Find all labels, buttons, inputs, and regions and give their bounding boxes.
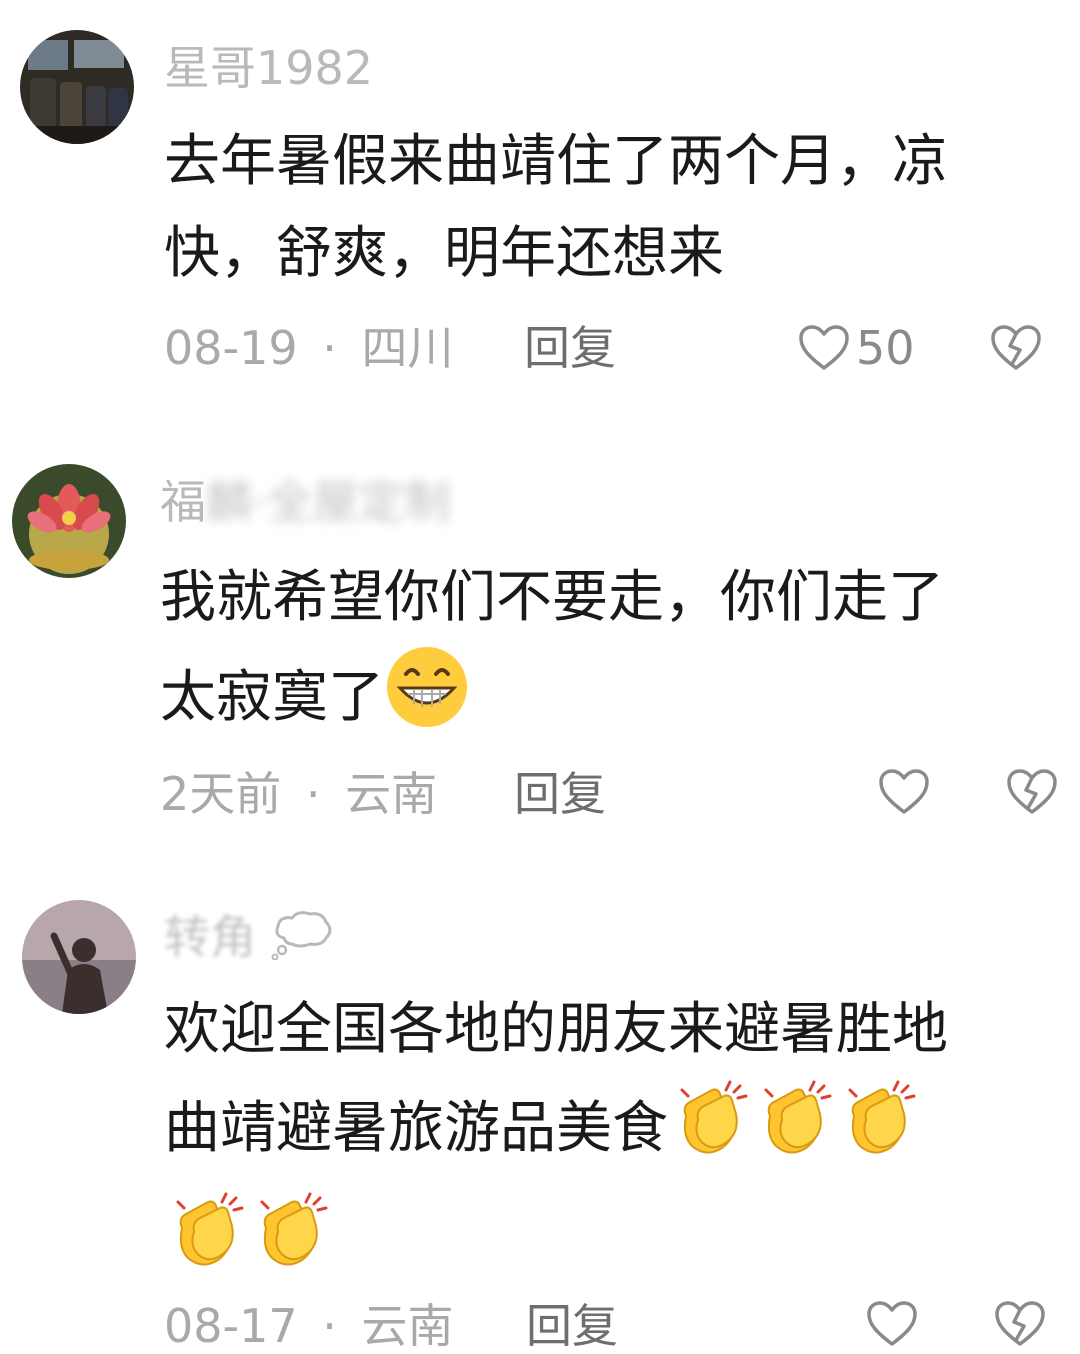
comment-item: 福麟·全屋定制 我就希望你们不要走，你们走了 太寂寞了 2天前 · 云南 回复 bbox=[0, 440, 1080, 860]
dislike-button[interactable] bbox=[994, 1300, 1046, 1352]
comment-item: 星哥1982 去年暑假来曲靖住了两个月，凉 快，舒爽，明年还想来 08-19 ·… bbox=[0, 0, 1080, 420]
comment-item: 转角 欢迎全国各地的朋友来避暑胜地 曲靖避暑旅游品美食 08-17 · 云南 回… bbox=[0, 880, 1080, 1353]
comment-meta: 08-19 · 四川 bbox=[164, 320, 454, 376]
reply-button[interactable]: 回复 bbox=[526, 1298, 618, 1354]
like-button[interactable] bbox=[866, 1300, 918, 1348]
heart-icon bbox=[867, 1301, 917, 1346]
comment-text: 去年暑假来曲靖住了两个月，凉 快，舒爽，明年还想来 bbox=[164, 116, 948, 300]
comment-line: 曲靖避暑旅游品美食 bbox=[164, 1076, 948, 1188]
heart-icon bbox=[799, 325, 849, 370]
comment-line-text: 曲靖避暑旅游品美食 bbox=[164, 1096, 668, 1162]
comment-line: 快，舒爽，明年还想来 bbox=[164, 221, 724, 286]
user-avatar[interactable] bbox=[20, 30, 134, 144]
reply-button[interactable]: 回复 bbox=[524, 320, 616, 376]
clapping-hands-emoji bbox=[164, 1188, 248, 1300]
user-avatar[interactable] bbox=[12, 464, 126, 578]
comment-line: 我就希望你们不要走，你们走了 bbox=[160, 565, 944, 630]
comment-location: 云南 bbox=[345, 767, 438, 821]
clapping-hands-emoji bbox=[248, 1188, 332, 1300]
dislike-button[interactable] bbox=[990, 324, 1042, 376]
username-blurred: 麟·全屋定制 bbox=[206, 475, 451, 529]
comment-line: 太寂寞了 bbox=[160, 644, 944, 758]
dislike-button[interactable] bbox=[1006, 768, 1058, 820]
like-button[interactable] bbox=[878, 768, 930, 816]
username[interactable]: 转角 bbox=[164, 908, 334, 972]
username[interactable]: 星哥1982 bbox=[164, 40, 373, 96]
heart-icon bbox=[879, 769, 929, 814]
broken-heart-icon bbox=[1007, 769, 1057, 814]
grinning-face-emoji bbox=[384, 644, 470, 758]
separator: · bbox=[322, 1299, 337, 1353]
comment-text: 我就希望你们不要走，你们走了 太寂寞了 bbox=[160, 552, 944, 758]
comment-meta: 08-17 · 云南 bbox=[164, 1298, 454, 1354]
broken-heart-icon bbox=[995, 1301, 1045, 1346]
like-count: 50 bbox=[856, 321, 915, 375]
username-text: 福 bbox=[160, 475, 206, 529]
reply-button[interactable]: 回复 bbox=[514, 766, 606, 822]
broken-heart-icon bbox=[991, 325, 1041, 370]
comment-text: 欢迎全国各地的朋友来避暑胜地 曲靖避暑旅游品美食 bbox=[164, 984, 948, 1300]
comment-date: 08-19 bbox=[164, 321, 298, 375]
comment-location: 云南 bbox=[361, 1299, 454, 1353]
comment-line bbox=[164, 1188, 948, 1300]
separator: · bbox=[322, 321, 337, 375]
comment-date: 08-17 bbox=[164, 1299, 298, 1353]
comment-meta: 2天前 · 云南 bbox=[160, 766, 437, 822]
comment-line-text: 太寂寞了 bbox=[160, 665, 384, 731]
thought-bubble-icon bbox=[270, 908, 334, 972]
comment-location: 四川 bbox=[361, 321, 454, 375]
username-text: 转角 bbox=[164, 909, 256, 964]
separator: · bbox=[305, 767, 321, 821]
silhouette-sunset-photo bbox=[22, 900, 136, 1014]
comment-date: 2天前 bbox=[160, 767, 282, 821]
like-button[interactable]: 50 bbox=[798, 320, 915, 376]
comment-line: 去年暑假来曲靖住了两个月，凉 bbox=[164, 129, 948, 194]
clapping-hands-emoji bbox=[752, 1076, 836, 1188]
lotus-flower-photo bbox=[12, 464, 126, 578]
username[interactable]: 福麟·全屋定制 bbox=[160, 474, 451, 530]
clapping-hands-emoji bbox=[668, 1076, 752, 1188]
username-text: 星哥1982 bbox=[164, 41, 374, 95]
user-avatar[interactable] bbox=[22, 900, 136, 1014]
clapping-hands-emoji bbox=[836, 1076, 920, 1188]
bus-interior-photo bbox=[20, 30, 134, 144]
comment-line: 欢迎全国各地的朋友来避暑胜地 bbox=[164, 997, 948, 1062]
